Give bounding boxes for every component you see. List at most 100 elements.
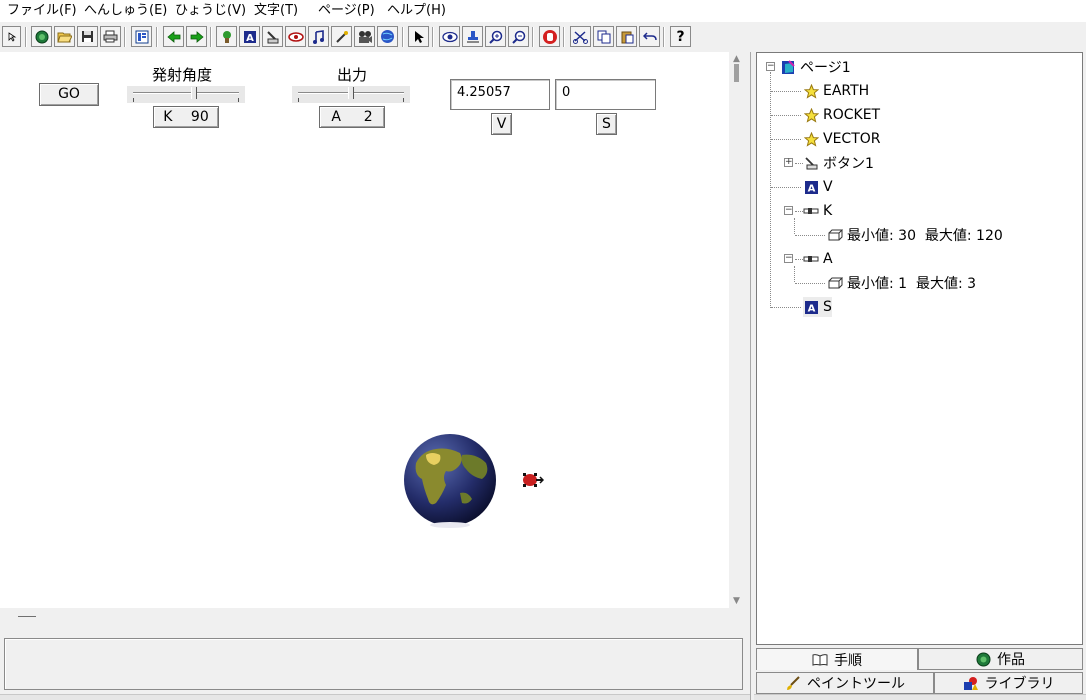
tree-item-a-range[interactable]: 最小値: 1 最大値: 3 xyxy=(827,273,976,293)
new-globe-icon[interactable] xyxy=(31,26,52,47)
paste-icon[interactable] xyxy=(616,26,637,47)
power-slider-name: A xyxy=(331,109,341,125)
s-button[interactable]: S xyxy=(596,113,617,135)
tab-procedure[interactable]: 手順 xyxy=(756,648,918,670)
tree-item-a[interactable]: A xyxy=(803,249,833,269)
range-property-icon xyxy=(827,227,843,243)
tree-item-button1[interactable]: ボタン1 xyxy=(803,153,874,173)
tree-item-k-range[interactable]: 最小値: 30 最大値: 120 xyxy=(827,225,1003,245)
v-button[interactable]: V xyxy=(491,113,512,135)
zoom-out-icon[interactable] xyxy=(508,26,529,47)
go-button[interactable]: GO xyxy=(39,83,99,106)
toolbar-separator xyxy=(210,27,212,47)
tab-library[interactable]: ライブラリ xyxy=(934,672,1083,694)
zoom-in-icon[interactable] xyxy=(485,26,506,47)
tree-label: VECTOR xyxy=(823,131,881,147)
scroll-up-icon[interactable]: ▲ xyxy=(733,54,740,64)
scroll-thumb[interactable] xyxy=(734,64,739,82)
tab-label: ライブラリ xyxy=(984,676,1055,692)
print-icon[interactable] xyxy=(100,26,121,47)
tree-guide xyxy=(795,283,825,284)
stage-canvas[interactable]: GO 発射角度 K 90 出力 A 2 4.25057 V 0 S xyxy=(0,52,729,608)
menu-edit[interactable]: へんしゅう(E) xyxy=(84,2,167,20)
tree-label: V xyxy=(823,179,833,195)
angle-value-box: K 90 xyxy=(153,106,219,128)
movie-camera-icon[interactable] xyxy=(354,26,375,47)
slider-track xyxy=(133,92,239,94)
earth-actor[interactable] xyxy=(402,433,498,529)
pane-divider-grip[interactable] xyxy=(18,616,36,617)
collapse-a-icon[interactable]: − xyxy=(784,254,793,263)
menu-page[interactable]: ページ(P) xyxy=(318,2,375,20)
preview-eye-icon[interactable] xyxy=(439,26,460,47)
expand-button1-icon[interactable]: + xyxy=(784,158,793,167)
slider-knob[interactable] xyxy=(348,87,354,99)
text-box-icon: A xyxy=(803,299,819,315)
toolbar-separator xyxy=(432,27,434,47)
back-arrow-icon[interactable] xyxy=(163,26,184,47)
tab-label: 手順 xyxy=(834,652,862,669)
tab-works[interactable]: 作品 xyxy=(918,648,1083,670)
menu-bar: ファイル(F) へんしゅう(E) ひょうじ(V) 文字(T) ページ(P) ヘル… xyxy=(0,0,1086,22)
tree-label: K xyxy=(823,203,833,219)
rocket-actor[interactable] xyxy=(520,471,544,489)
tree-label: EARTH xyxy=(823,83,870,99)
wand-tool-icon[interactable] xyxy=(331,26,352,47)
menu-view[interactable]: ひょうじ(V) xyxy=(175,2,246,20)
toolbar-separator xyxy=(532,27,534,47)
slider-knob[interactable] xyxy=(191,87,198,99)
cut-scissors-icon[interactable] xyxy=(570,26,591,47)
tree-label: 最小値: 30 最大値: 120 xyxy=(847,228,1003,244)
tree-item-v[interactable]: A V xyxy=(803,177,833,197)
slider-part-icon xyxy=(803,203,819,219)
menu-help[interactable]: ヘルプ(H) xyxy=(387,2,446,20)
undo-icon[interactable] xyxy=(639,26,660,47)
v-field[interactable]: 4.25057 xyxy=(450,79,550,110)
button-tool-icon[interactable] xyxy=(262,26,283,47)
tree-item-s[interactable]: A S xyxy=(803,297,832,317)
forward-arrow-icon[interactable] xyxy=(186,26,207,47)
help-question-icon[interactable]: ? xyxy=(670,26,691,47)
menu-text[interactable]: 文字(T) xyxy=(254,2,298,20)
tree-guide xyxy=(794,218,795,234)
globe-works-icon xyxy=(976,652,991,667)
stage-vertical-scrollbar[interactable]: ▲ ▼ xyxy=(729,52,746,608)
text-tool-icon[interactable]: A xyxy=(239,26,260,47)
collapse-k-icon[interactable]: − xyxy=(784,206,793,215)
open-folder-icon[interactable] xyxy=(54,26,75,47)
lens-tool-icon[interactable] xyxy=(285,26,306,47)
pointer-small-icon[interactable] xyxy=(2,26,21,47)
actor-tool-icon[interactable] xyxy=(216,26,237,47)
power-label: 出力 xyxy=(336,66,367,84)
scroll-down-icon[interactable]: ▼ xyxy=(733,596,740,606)
collapse-root-icon[interactable]: − xyxy=(766,62,775,71)
globe-net-icon[interactable] xyxy=(377,26,398,47)
stamp-icon[interactable] xyxy=(462,26,483,47)
toolbar-separator xyxy=(563,27,565,47)
shapes-icon xyxy=(963,676,979,691)
tab-label: 作品 xyxy=(997,652,1025,668)
tree-item-k[interactable]: K xyxy=(803,201,832,221)
music-note-icon[interactable] xyxy=(308,26,329,47)
tree-item-vector[interactable]: VECTOR xyxy=(803,129,881,149)
menu-file[interactable]: ファイル(F) xyxy=(7,2,77,20)
tree-item-rocket[interactable]: ROCKET xyxy=(803,105,880,125)
s-field[interactable]: 0 xyxy=(555,79,656,110)
tab-paint-tool[interactable]: ペイントツール xyxy=(756,672,934,694)
stop-hand-icon[interactable] xyxy=(539,26,560,47)
select-pointer-icon[interactable] xyxy=(408,26,429,47)
copy-icon[interactable] xyxy=(593,26,614,47)
tree-item-page1[interactable]: ページ1 xyxy=(780,57,851,77)
tree-guide xyxy=(771,307,801,308)
toolbar-separator xyxy=(25,27,27,47)
tree-label: A xyxy=(823,251,833,267)
tree-item-earth[interactable]: EARTH xyxy=(803,81,869,101)
object-tree: − ページ1 EARTH ROCKET VECTOR + ボタン1 A V − … xyxy=(756,52,1083,645)
output-pane xyxy=(4,638,743,690)
page-layout-icon[interactable] xyxy=(131,26,152,47)
power-slider[interactable] xyxy=(292,86,410,103)
tab-label: ペイントツール xyxy=(807,676,905,692)
panel-splitter[interactable] xyxy=(750,52,754,700)
angle-slider[interactable] xyxy=(127,86,245,103)
save-disk-icon[interactable] xyxy=(77,26,98,47)
